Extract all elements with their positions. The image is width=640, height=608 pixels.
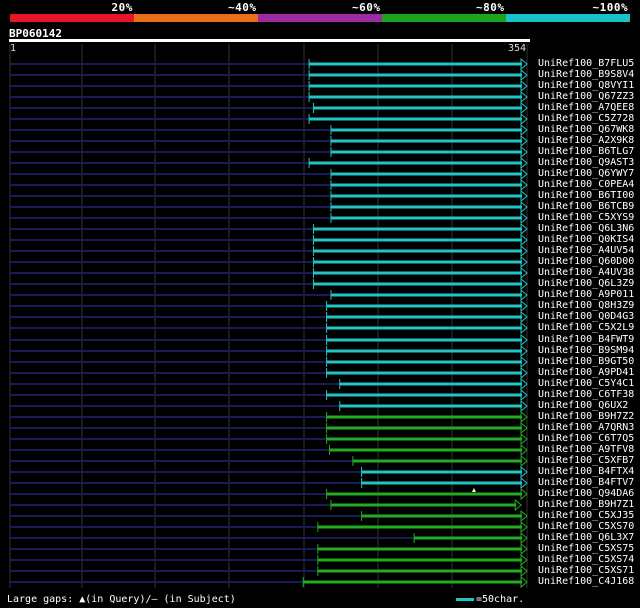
hit-name-link[interactable]: UniRef100_B9H7Z2 (538, 412, 634, 422)
hit-name-link[interactable]: UniRef100_Q9AST3 (538, 158, 634, 168)
hit-name-link[interactable]: UniRef100_B6TCB9 (538, 202, 634, 212)
hit-name-link[interactable]: UniRef100_Q6L3X7 (538, 533, 634, 543)
hit-name-link[interactable]: UniRef100_B4FTX4 (538, 467, 634, 477)
hit-name-link[interactable]: UniRef100_Q6L3Z9 (538, 279, 634, 289)
hit-name-link[interactable]: UniRef100_C6TF38 (538, 390, 634, 400)
hit-name-link[interactable]: UniRef100_Q94DA6 (538, 489, 634, 499)
scale-swatch (456, 597, 474, 601)
hit-name-link[interactable]: UniRef100_C5XS70 (538, 522, 634, 532)
hit-name-link[interactable]: UniRef100_B9GT50 (538, 357, 634, 367)
hit-name-link[interactable]: UniRef100_Q8H3Z9 (538, 301, 634, 311)
hit-name-link[interactable]: UniRef100_Q6UX2 (538, 401, 628, 411)
hit-name-link[interactable]: UniRef100_C5X2L9 (538, 323, 634, 333)
hit-name-link[interactable]: UniRef100_C5Z728 (538, 114, 634, 124)
hit-name-link[interactable]: UniRef100_C5XS71 (538, 566, 634, 576)
hit-name-link[interactable]: UniRef100_B4FTV7 (538, 478, 634, 488)
hit-name-link[interactable]: UniRef100_A4UV38 (538, 268, 634, 278)
hit-name-link[interactable]: UniRef100_Q6L3N6 (538, 224, 634, 234)
gap-legend: Large gaps: ▲(in Query)/– (in Subject) (7, 594, 236, 605)
hit-name-link[interactable]: UniRef100_A2X9K8 (538, 136, 634, 146)
hit-name-link[interactable]: UniRef100_A7QEE8 (538, 103, 634, 113)
hit-name-link[interactable]: UniRef100_B9S8V4 (538, 70, 634, 80)
query-gap-marker (471, 488, 476, 492)
hit-name-link[interactable]: UniRef100_Q0KIS4 (538, 235, 634, 245)
hit-name-link[interactable]: UniRef100_A7QRN3 (538, 423, 634, 433)
hit-name-link[interactable]: UniRef100_C6T7Q5 (538, 434, 634, 444)
hit-name-link[interactable]: UniRef100_B9SM94 (538, 346, 634, 356)
scale-legend: =50char. (456, 594, 524, 605)
hit-name-link[interactable]: UniRef100_A4UV54 (538, 246, 634, 256)
hit-name-link[interactable]: UniRef100_C5XJ35 (538, 511, 634, 521)
hit-name-link[interactable]: UniRef100_Q67WK8 (538, 125, 634, 135)
hit-name-link[interactable]: UniRef100_Q67ZZ3 (538, 92, 634, 102)
hit-name-link[interactable]: UniRef100_C5XYS9 (538, 213, 634, 223)
hit-name-link[interactable]: UniRef100_Q0D4G3 (538, 312, 634, 322)
hit-name-link[interactable]: UniRef100_Q60D00 (538, 257, 634, 267)
hit-name-link[interactable]: UniRef100_A9PD41 (538, 368, 634, 378)
hit-name-link[interactable]: UniRef100_B7FLU5 (538, 59, 634, 69)
hit-name-link[interactable]: UniRef100_A9TFV8 (538, 445, 634, 455)
hit-name-link[interactable]: UniRef100_B6TI00 (538, 191, 634, 201)
hit-name-link[interactable]: UniRef100_A9P011 (538, 290, 634, 300)
hit-name-link[interactable]: UniRef100_B6TLG7 (538, 147, 634, 157)
hit-name-link[interactable]: UniRef100_C5Y4C1 (538, 379, 634, 389)
hit-name-link[interactable]: UniRef100_B9H7Z1 (538, 500, 634, 510)
hit-name-link[interactable]: UniRef100_C0PEA4 (538, 180, 634, 190)
hit-name-link[interactable]: UniRef100_C5XFB7 (538, 456, 634, 466)
hit-name-link[interactable]: UniRef100_C5XS75 (538, 544, 634, 554)
hit-name-link[interactable]: UniRef100_C4J168 (538, 577, 634, 587)
hit-name-link[interactable]: UniRef100_C5XS74 (538, 555, 634, 565)
hit-name-link[interactable]: UniRef100_Q8VYI1 (538, 81, 634, 91)
hit-name-link[interactable]: UniRef100_B4FWT9 (538, 335, 634, 345)
hit-name-link[interactable]: UniRef100_Q6YWY7 (538, 169, 634, 179)
scale-label: =50char. (476, 594, 525, 605)
